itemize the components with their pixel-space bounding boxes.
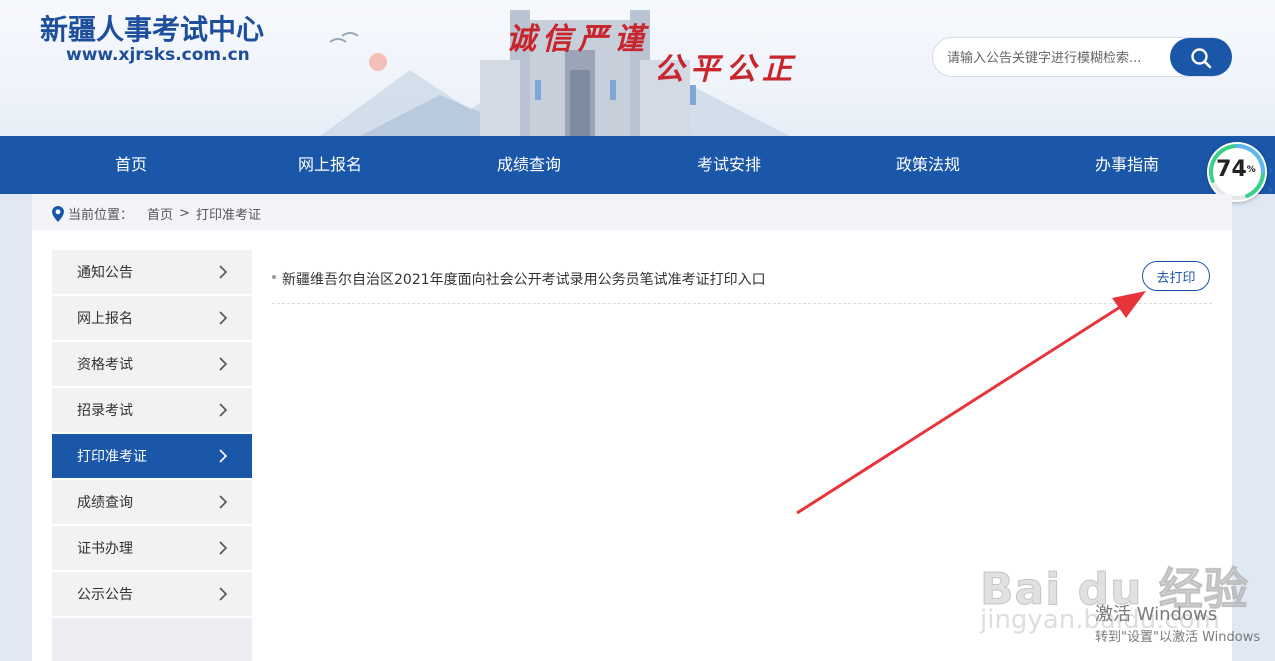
sidebar-item-label: 证书办理 <box>77 541 133 557</box>
search-box <box>932 37 1232 77</box>
sidebar-item-qualification[interactable]: 资格考试 <box>52 342 252 388</box>
location-pin-icon <box>52 205 64 222</box>
sidebar-item-label: 打印准考证 <box>77 449 147 465</box>
sidebar-item-label: 资格考试 <box>77 357 133 373</box>
main-panel: 通知公告 网上报名 资格考试 招录考试 打印准考证 成绩查询 证书办理 公示公告… <box>32 230 1232 661</box>
nav-item-guide[interactable]: 办事指南 <box>1047 136 1207 194</box>
chevron-right-icon <box>219 311 228 325</box>
sidebar-item-label: 招录考试 <box>77 403 133 419</box>
nav-item-scores[interactable]: 成绩查询 <box>449 136 609 194</box>
list-item-title[interactable]: 新疆维吾尔自治区2021年度面向社会公开考试录用公务员笔试准考证打印入口 <box>282 269 766 289</box>
breadcrumb-prefix: 当前位置： <box>68 208 134 223</box>
chevron-right-icon <box>219 403 228 417</box>
sidebar-item-notices[interactable]: 通知公告 <box>52 250 252 296</box>
go-print-button[interactable]: 去打印 <box>1142 261 1210 291</box>
site-title[interactable]: 新疆人事考试中心 <box>40 8 264 48</box>
windows-activation-title: 激活 Windows <box>1095 604 1218 625</box>
sidebar-item-label: 通知公告 <box>77 265 133 281</box>
sidebar-item-print-ticket[interactable]: 打印准考证 <box>52 434 252 480</box>
slogan-integrity: 诚信严谨 <box>506 22 650 57</box>
search-button[interactable] <box>1170 38 1232 76</box>
breadcrumb-separator: > <box>179 206 190 221</box>
sidebar-item-register[interactable]: 网上报名 <box>52 296 252 342</box>
sidebar-item-recruitment[interactable]: 招录考试 <box>52 388 252 434</box>
edge-scroll-arrows-icon[interactable]: › › <box>1267 160 1275 200</box>
nav-item-register[interactable]: 网上报名 <box>250 136 410 194</box>
breadcrumb-home-link[interactable]: 首页 <box>147 208 173 223</box>
nav-item-schedule[interactable]: 考试安排 <box>649 136 809 194</box>
site-url[interactable]: www.xjrsks.com.cn <box>66 45 250 65</box>
list-item: 新疆维吾尔自治区2021年度面向社会公开考试录用公务员笔试准考证打印入口 去打印 <box>272 261 1212 304</box>
progress-badge[interactable]: 74% <box>1207 142 1267 202</box>
chevron-right-icon <box>219 265 228 279</box>
sidebar-item-publicity[interactable]: 公示公告 <box>52 572 252 618</box>
search-icon <box>1191 48 1212 69</box>
sidebar-item-label: 公示公告 <box>77 587 133 603</box>
chevron-right-icon <box>219 541 228 555</box>
breadcrumb: 当前位置： 首页 > 打印准考证 <box>52 204 261 224</box>
nav-item-home[interactable]: 首页 <box>51 136 211 194</box>
chevron-right-icon <box>219 495 228 509</box>
windows-activation-hint: 转到"设置"以激活 Windows <box>1095 630 1261 645</box>
slogan-fairness: 公平公正 <box>654 52 798 87</box>
progress-value: 74% <box>1216 157 1256 182</box>
sidebar: 通知公告 网上报名 资格考试 招录考试 打印准考证 成绩查询 证书办理 公示公告 <box>52 250 252 661</box>
main-nav: 首页 网上报名 成绩查询 考试安排 政策法规 办事指南 <box>0 136 1275 194</box>
chevron-right-icon <box>219 357 228 371</box>
sidebar-item-scores[interactable]: 成绩查询 <box>52 480 252 526</box>
breadcrumb-current: 打印准考证 <box>195 208 261 223</box>
search-input[interactable] <box>945 46 1159 70</box>
site-header: 新疆人事考试中心 www.xjrsks.com.cn 诚信严谨 公平公正 <box>0 0 1275 136</box>
sidebar-item-label: 网上报名 <box>77 311 133 327</box>
sidebar-item-certificates[interactable]: 证书办理 <box>52 526 252 572</box>
chevron-right-icon <box>219 587 228 601</box>
nav-item-policy[interactable]: 政策法规 <box>848 136 1008 194</box>
bullet-dot <box>272 275 276 279</box>
chevron-right-icon <box>219 449 228 463</box>
sidebar-item-label: 成绩查询 <box>77 495 133 511</box>
